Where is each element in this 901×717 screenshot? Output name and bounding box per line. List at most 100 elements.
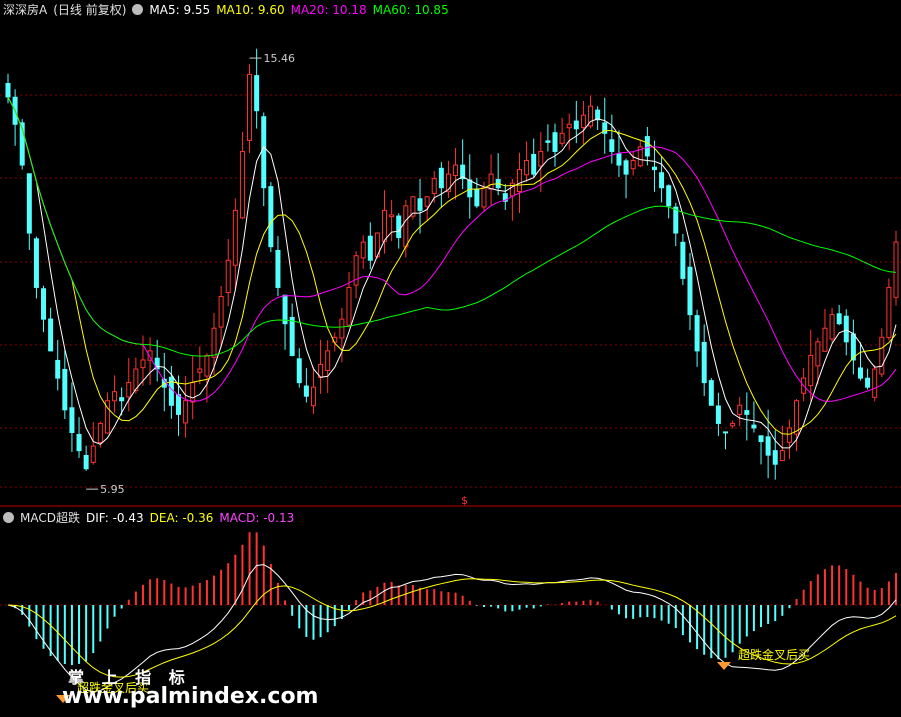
candle-body xyxy=(765,436,771,456)
signal-label-right-icon xyxy=(717,662,731,670)
candle-body xyxy=(417,198,423,211)
candle-body xyxy=(211,327,217,358)
candle-body xyxy=(403,205,409,248)
ma5-line xyxy=(7,96,897,449)
candle-body xyxy=(829,314,835,340)
candle-body xyxy=(97,422,103,444)
candle-body xyxy=(481,187,487,208)
candle-body xyxy=(687,266,693,316)
candle-body xyxy=(140,359,146,369)
candle-body xyxy=(126,382,132,398)
price-marker: $ xyxy=(461,494,468,507)
candle-body xyxy=(865,377,871,388)
ma60-line xyxy=(7,96,897,357)
candle-body xyxy=(573,120,579,130)
candle-body xyxy=(857,367,863,379)
candle-body xyxy=(538,150,544,167)
candle-body xyxy=(325,350,331,371)
candle-body xyxy=(701,341,707,384)
candle-body xyxy=(438,167,444,189)
candle-body xyxy=(644,136,650,157)
candle-body xyxy=(730,422,736,427)
candle-body xyxy=(524,160,530,176)
candle-body xyxy=(69,407,75,433)
candle-body xyxy=(630,160,636,170)
candle-body xyxy=(353,255,359,286)
candle-body xyxy=(886,286,892,339)
candle-body xyxy=(339,318,345,339)
candle-body xyxy=(225,259,231,294)
candle-body xyxy=(779,450,785,462)
candle-body xyxy=(531,153,537,175)
candle-body xyxy=(360,241,366,259)
candle-body xyxy=(424,196,430,207)
candle-body xyxy=(112,391,118,402)
candle-body xyxy=(822,327,828,352)
candle-body xyxy=(786,427,792,443)
candle-body xyxy=(666,185,672,207)
candle-body xyxy=(310,386,316,407)
candle-body xyxy=(367,235,373,261)
dea-line xyxy=(7,578,897,678)
candle-body xyxy=(836,313,842,325)
candle-body xyxy=(62,368,68,411)
candle-body xyxy=(559,132,565,144)
candle-body xyxy=(694,315,700,352)
candle-body xyxy=(552,132,558,152)
candle-body xyxy=(616,153,622,166)
candle-body xyxy=(673,206,679,234)
candle-body xyxy=(794,400,800,435)
candle-body xyxy=(83,454,89,470)
candle-body xyxy=(737,404,743,415)
candle-body xyxy=(659,172,665,189)
candle-body xyxy=(282,294,288,325)
candle-body xyxy=(119,397,125,402)
candle-body xyxy=(289,317,295,356)
candle-body xyxy=(26,173,32,234)
candle-body xyxy=(90,445,96,463)
candle-body xyxy=(261,116,267,189)
candle-body xyxy=(275,249,281,288)
candle-body xyxy=(680,241,686,279)
candle-body xyxy=(715,405,721,424)
stock-chart: 15.465.95$超跌金叉后买超跌金叉后买 xyxy=(0,48,901,703)
ma10-line xyxy=(7,96,897,435)
candle-body xyxy=(467,179,473,198)
candle-body xyxy=(609,139,615,152)
candle-body xyxy=(843,315,849,343)
candle-body xyxy=(744,410,750,415)
macd-histogram xyxy=(14,532,897,666)
candle-body xyxy=(651,166,657,171)
candle-body xyxy=(566,123,572,129)
candle-body xyxy=(346,286,352,326)
candle-body xyxy=(254,75,260,112)
candle-body xyxy=(751,424,757,429)
candle-body xyxy=(33,238,39,288)
candle-body xyxy=(268,186,274,248)
candle-body xyxy=(239,150,245,219)
candle-body xyxy=(175,394,181,415)
candle-body xyxy=(197,368,203,373)
candle-body xyxy=(872,368,878,398)
candle-body xyxy=(396,215,402,239)
candle-body xyxy=(772,450,778,465)
candle-body xyxy=(893,241,899,298)
candle-body xyxy=(488,173,494,190)
candle-body xyxy=(5,82,11,98)
candle-body xyxy=(232,209,238,266)
candle-body xyxy=(218,295,224,328)
candle-body xyxy=(808,354,814,387)
candle-body xyxy=(183,400,189,424)
high-price-label: 15.46 xyxy=(264,52,296,65)
candle-body xyxy=(76,433,82,452)
low-price-label: 5.95 xyxy=(100,483,125,496)
candle-body xyxy=(296,358,302,384)
candle-body xyxy=(545,140,551,143)
candle-body xyxy=(708,380,714,406)
signal-label-right: 超跌金叉后买 xyxy=(738,647,810,662)
watermark-url: www.palmindex.com xyxy=(62,684,319,709)
candle-body xyxy=(815,341,821,367)
candle-body xyxy=(723,431,729,434)
candle-body xyxy=(48,318,54,352)
candle-body xyxy=(41,288,47,320)
